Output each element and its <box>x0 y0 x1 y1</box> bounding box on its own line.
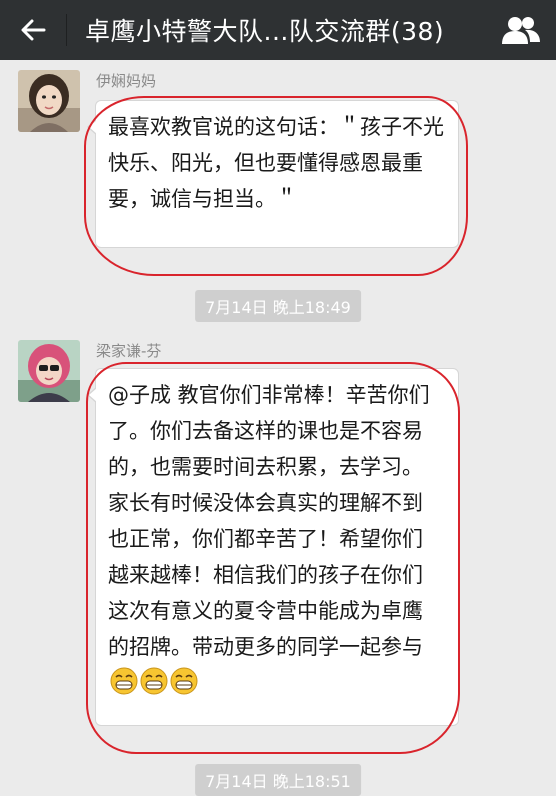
back-button[interactable] <box>0 0 66 60</box>
header-divider <box>66 14 67 46</box>
message-text-content: @子成 教官你们非常棒！辛苦你们了。你们去备这样的课也是不容易的，也需要时间去积… <box>108 383 430 659</box>
sender-name: 梁家谦-芬 <box>96 342 162 360</box>
timestamp: 7月14日 晚上18:51 <box>195 764 361 796</box>
message-bubble[interactable]: 最喜欢教官说的这句话：＂孩子不光快乐、阳光，但也要懂得感恩最重要，诚信与担当。＂ <box>87 100 459 248</box>
message-bubble[interactable]: @子成 教官你们非常棒！辛苦你们了。你们去备这样的课也是不容易的，也需要时间去积… <box>87 368 459 726</box>
group-members-button[interactable] <box>486 0 556 60</box>
avatar[interactable] <box>18 70 80 132</box>
chat-area[interactable]: 伊娴妈妈 最喜欢教官说的这句话：＂孩子不光快乐、阳光，但也要懂得感恩最重要，诚信… <box>0 60 556 796</box>
grin-emoji-icon <box>170 667 198 695</box>
grin-emoji-icon <box>140 667 168 695</box>
grin-emoji-icon <box>110 667 138 695</box>
chat-title: 卓鹰小特警大队...队交流群(38) <box>85 17 445 46</box>
timestamp: 7月14日 晚上18:49 <box>195 290 361 322</box>
avatar[interactable] <box>18 340 80 402</box>
message-text: 最喜欢教官说的这句话：＂孩子不光快乐、阳光，但也要懂得感恩最重要，诚信与担当。＂ <box>108 115 444 211</box>
message-text: @子成 教官你们非常棒！辛苦你们了。你们去备这样的课也是不容易的，也需要时间去积… <box>108 377 442 701</box>
people-icon <box>502 17 540 44</box>
sender-name: 伊娴妈妈 <box>96 72 157 90</box>
chat-header: 卓鹰小特警大队...队交流群(38) <box>0 0 556 60</box>
back-arrow-icon <box>21 19 46 41</box>
